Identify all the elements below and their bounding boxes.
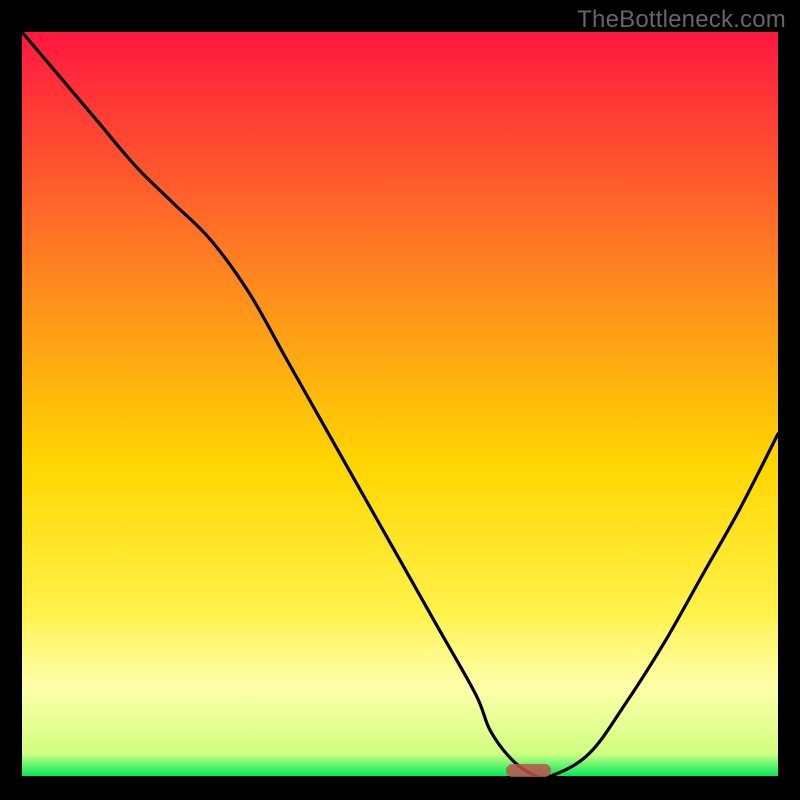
bottleneck-curve [22, 32, 778, 776]
chart-plot-area [22, 32, 778, 776]
optimal-marker [506, 764, 551, 777]
watermark-text: TheBottleneck.com [577, 6, 786, 34]
chart-line-layer [22, 32, 778, 776]
